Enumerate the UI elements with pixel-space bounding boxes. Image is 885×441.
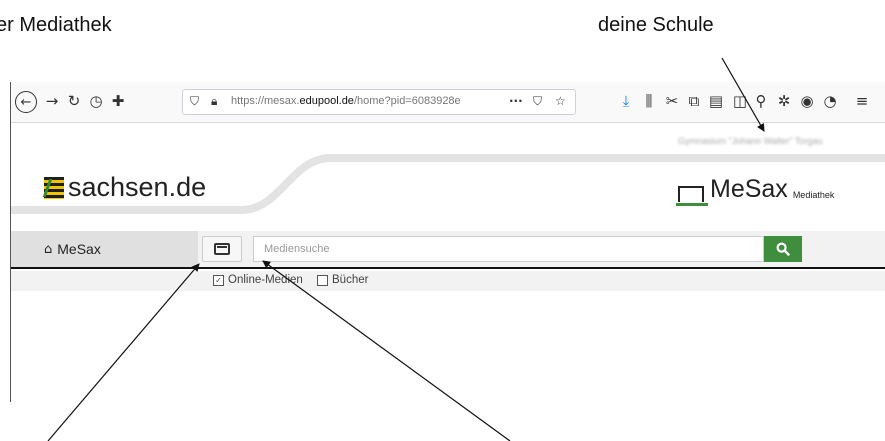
arrow-to-catalog [47, 263, 200, 441]
arrow-to-search [262, 260, 511, 441]
arrow-to-school [721, 57, 765, 132]
annotation-arrows [47, 57, 765, 441]
